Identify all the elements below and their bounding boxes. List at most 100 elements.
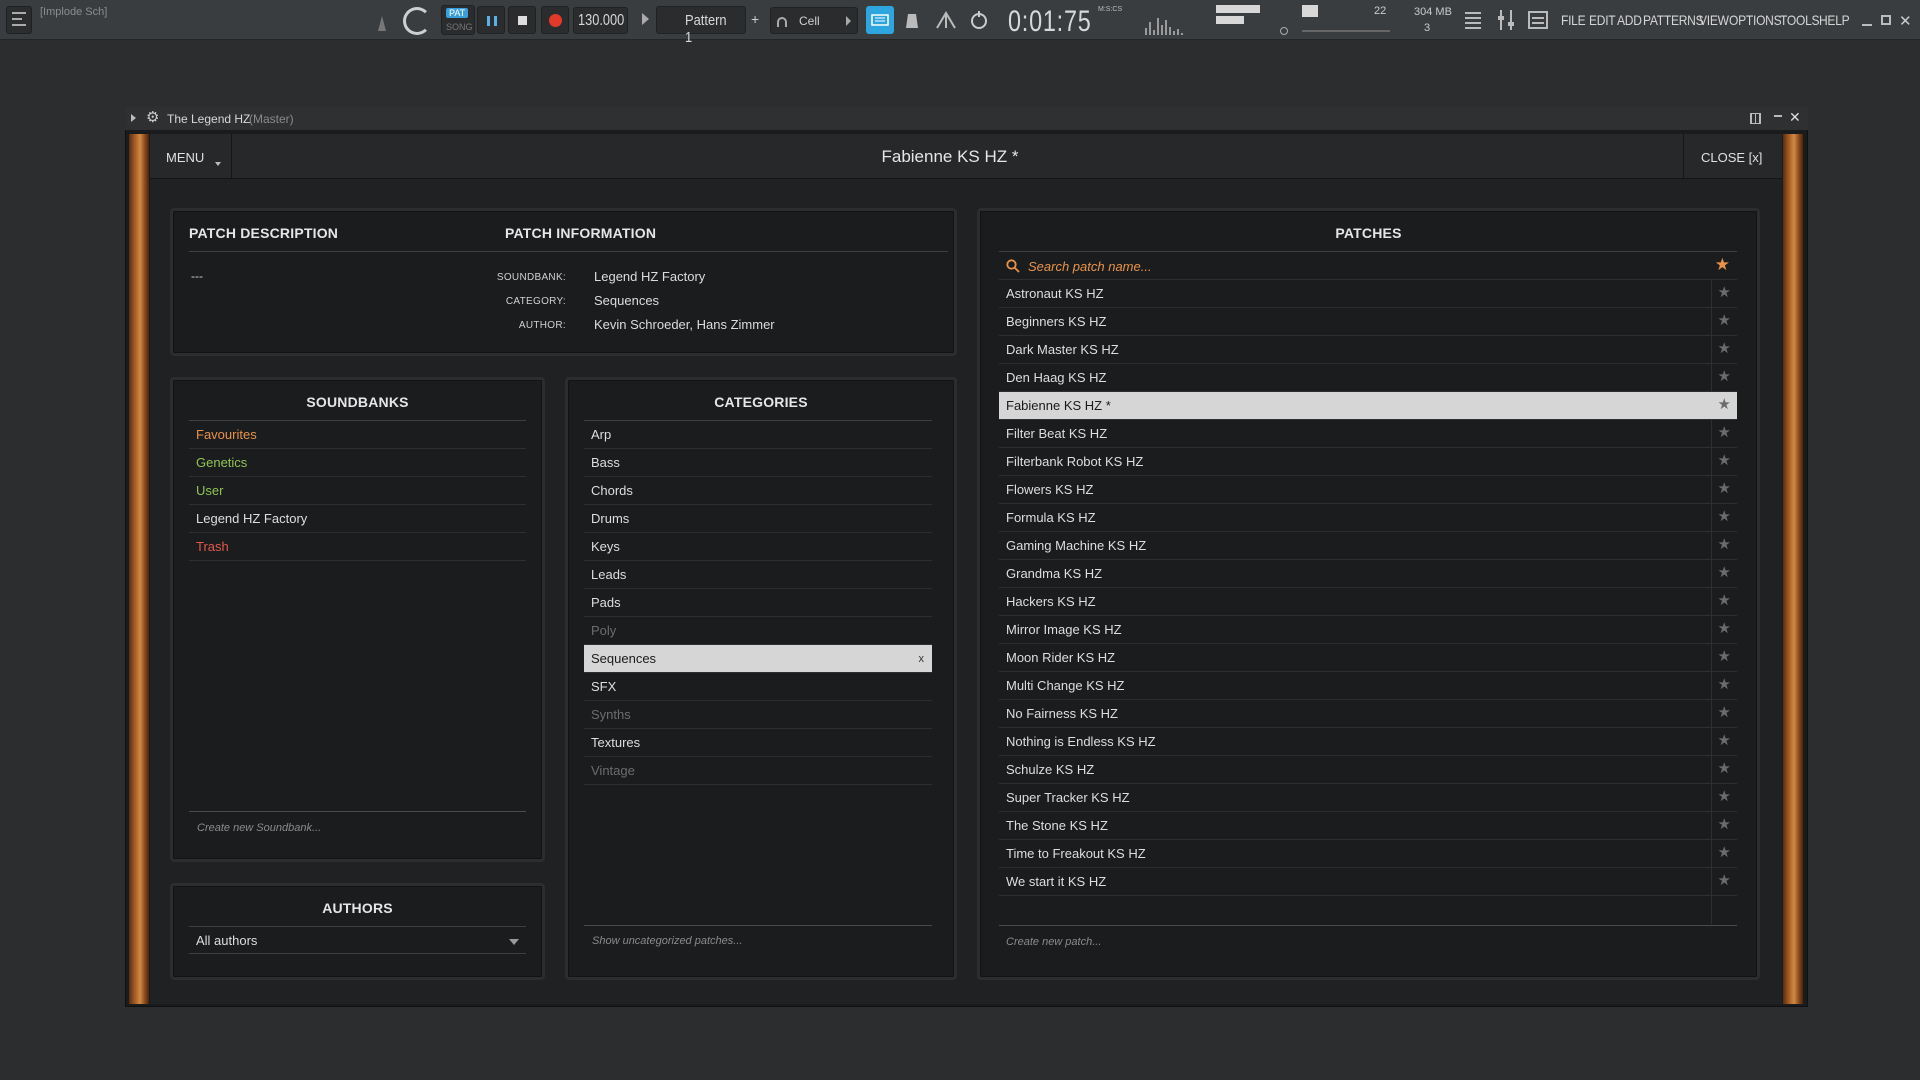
- patch-item[interactable]: Time to Freakout KS HZ ★: [999, 840, 1737, 868]
- favourite-star-icon[interactable]: ★: [1718, 588, 1731, 614]
- soundbank-item[interactable]: Legend HZ Factory: [189, 505, 526, 533]
- blend-notes-icon[interactable]: [933, 8, 959, 34]
- favourite-star-icon[interactable]: ★: [1718, 672, 1731, 698]
- patch-item[interactable]: Gaming Machine KS HZ ★: [999, 532, 1737, 560]
- pat-song-toggle[interactable]: PAT SONG: [441, 5, 475, 35]
- category-item[interactable]: Bass: [584, 449, 932, 477]
- menu-view[interactable]: VIEW: [1699, 12, 1729, 28]
- time-display[interactable]: 0:01:75 M:S:CS: [1002, 2, 1122, 38]
- close-app-icon[interactable]: ✕: [1899, 12, 1912, 30]
- patch-item[interactable]: Mirror Image KS HZ ★: [999, 616, 1737, 644]
- close-plugin-button[interactable]: CLOSE [x]: [1683, 134, 1782, 179]
- category-item[interactable]: Textures: [584, 729, 932, 757]
- favourite-star-icon[interactable]: ★: [1718, 476, 1731, 502]
- soundbank-item[interactable]: Genetics: [189, 449, 526, 477]
- plugin-titlebar[interactable]: ⚙ The Legend HZ (Master) ✕: [125, 107, 1808, 130]
- loop-record-icon[interactable]: [966, 8, 992, 34]
- mixer-icon[interactable]: [1495, 8, 1517, 32]
- create-patch-field[interactable]: Create new patch...: [1006, 936, 1101, 948]
- soundbank-item[interactable]: User: [189, 477, 526, 505]
- typing-keyboard-icon[interactable]: [866, 6, 894, 34]
- menu-options[interactable]: OPTIONS: [1729, 12, 1782, 28]
- favourite-star-icon[interactable]: ★: [1718, 728, 1731, 754]
- favourite-star-icon[interactable]: ★: [1718, 812, 1731, 838]
- menu-help[interactable]: HELP: [1819, 12, 1850, 28]
- stop-button[interactable]: [508, 6, 536, 34]
- restore-app-icon[interactable]: [1881, 15, 1891, 25]
- favourite-star-icon[interactable]: ★: [1718, 868, 1731, 894]
- favourite-star-icon[interactable]: ★: [1718, 560, 1731, 586]
- patch-item[interactable]: Hackers KS HZ ★: [999, 588, 1737, 616]
- category-item[interactable]: Synths: [584, 701, 932, 729]
- menu-edit[interactable]: EDIT: [1589, 12, 1616, 28]
- category-item[interactable]: Chords: [584, 477, 932, 505]
- category-item[interactable]: Poly: [584, 617, 932, 645]
- favourite-star-icon[interactable]: ★: [1718, 644, 1731, 670]
- snap-selector[interactable]: Cell: [770, 7, 858, 34]
- plugin-gear-icon[interactable]: ⚙: [146, 110, 159, 126]
- pattern-song-knob[interactable]: [403, 7, 431, 35]
- show-uncategorized-link[interactable]: Show uncategorized patches...: [592, 935, 742, 947]
- favourite-star-icon[interactable]: ★: [1718, 420, 1731, 446]
- favourite-star-icon[interactable]: ★: [1718, 532, 1731, 558]
- menu-add[interactable]: ADD: [1617, 12, 1642, 28]
- favourite-star-icon[interactable]: ★: [1718, 336, 1731, 362]
- window-minimize-icon[interactable]: [1774, 111, 1782, 117]
- window-close-icon[interactable]: ✕: [1789, 109, 1801, 126]
- category-item[interactable]: Vintage: [584, 757, 932, 785]
- menu-tools[interactable]: TOOLS: [1780, 12, 1820, 28]
- clear-category-icon[interactable]: x: [919, 645, 925, 673]
- add-pattern-icon[interactable]: +: [751, 11, 759, 27]
- favourites-filter-icon[interactable]: ★: [1715, 255, 1730, 275]
- pattern-prev-icon[interactable]: [642, 13, 649, 25]
- favourite-star-icon[interactable]: ★: [1718, 448, 1731, 474]
- patch-item[interactable]: We start it KS HZ ★: [999, 868, 1737, 896]
- patch-search-bar[interactable]: Search patch name... ★: [999, 252, 1737, 280]
- playlist-icon[interactable]: [1462, 8, 1484, 32]
- category-item[interactable]: SFX: [584, 673, 932, 701]
- patch-item[interactable]: Fabienne KS HZ * ★: [999, 392, 1737, 420]
- patch-item[interactable]: Flowers KS HZ ★: [999, 476, 1737, 504]
- category-item[interactable]: Pads: [584, 589, 932, 617]
- favourite-star-icon[interactable]: ★: [1718, 840, 1731, 866]
- favourite-star-icon[interactable]: ★: [1718, 756, 1731, 782]
- patch-item[interactable]: Schulze KS HZ ★: [999, 756, 1737, 784]
- category-item[interactable]: Keys: [584, 533, 932, 561]
- favourite-star-icon[interactable]: ★: [1718, 392, 1731, 418]
- patch-item[interactable]: Nothing is Endless KS HZ ★: [999, 728, 1737, 756]
- channel-rack-icon[interactable]: [6, 6, 32, 34]
- favourite-star-icon[interactable]: ★: [1718, 616, 1731, 642]
- authors-dropdown[interactable]: All authors: [189, 926, 526, 954]
- patch-item[interactable]: No Fairness KS HZ ★: [999, 700, 1737, 728]
- patch-item[interactable]: Beginners KS HZ ★: [999, 308, 1737, 336]
- create-soundbank-field[interactable]: Create new Soundbank...: [197, 822, 321, 834]
- patch-item[interactable]: Astronaut KS HZ ★: [999, 280, 1737, 308]
- favourite-star-icon[interactable]: ★: [1718, 308, 1731, 334]
- pause-button[interactable]: [477, 6, 505, 34]
- pattern-selector[interactable]: Pattern 1: [656, 6, 746, 46]
- soundbank-item[interactable]: Trash: [189, 533, 526, 561]
- favourite-star-icon[interactable]: ★: [1718, 364, 1731, 390]
- patch-item[interactable]: The Stone KS HZ ★: [999, 812, 1737, 840]
- patch-search-input[interactable]: Search patch name...: [1028, 259, 1152, 274]
- minimize-app-icon[interactable]: [1862, 14, 1872, 26]
- favourite-star-icon[interactable]: ★: [1718, 784, 1731, 810]
- menu-patterns[interactable]: PATTERNS: [1643, 12, 1704, 28]
- patch-item[interactable]: Super Tracker KS HZ ★: [999, 784, 1737, 812]
- soundbank-item[interactable]: Favourites: [189, 421, 526, 449]
- record-button[interactable]: [541, 6, 569, 34]
- favourite-star-icon[interactable]: ★: [1718, 504, 1731, 530]
- category-item[interactable]: Arp: [584, 421, 932, 449]
- patch-item[interactable]: Filterbank Robot KS HZ ★: [999, 448, 1737, 476]
- patch-item[interactable]: Grandma KS HZ ★: [999, 560, 1737, 588]
- patch-item[interactable]: Moon Rider KS HZ ★: [999, 644, 1737, 672]
- favourite-star-icon[interactable]: ★: [1718, 700, 1731, 726]
- favourite-star-icon[interactable]: ★: [1718, 280, 1731, 306]
- patch-item[interactable]: Filter Beat KS HZ ★: [999, 420, 1737, 448]
- window-grid-icon[interactable]: [1750, 113, 1761, 124]
- patch-item[interactable]: Multi Change KS HZ ★: [999, 672, 1737, 700]
- patch-item[interactable]: Formula KS HZ ★: [999, 504, 1737, 532]
- category-item[interactable]: Drums: [584, 505, 932, 533]
- metronome-icon[interactable]: [376, 14, 388, 32]
- browser-icon[interactable]: [1527, 8, 1549, 32]
